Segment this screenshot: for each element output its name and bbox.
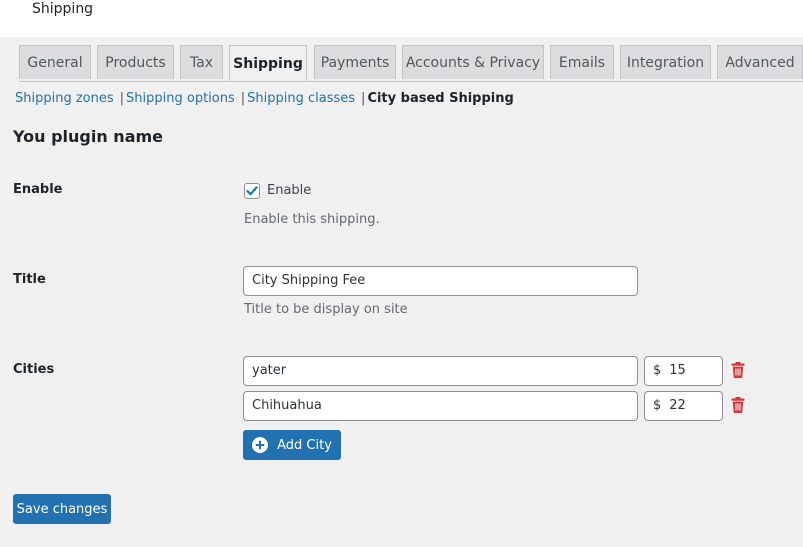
cities-label: Cities <box>13 362 55 377</box>
shipping-subnav: Shipping zones | Shipping options | Shipping… <box>15 91 514 106</box>
city-price-input[interactable]: $22 <box>644 391 723 421</box>
trash-icon[interactable] <box>731 397 745 413</box>
title-input[interactable]: City Shipping Fee <box>243 266 638 296</box>
tab-payments[interactable]: Payments <box>314 45 396 79</box>
tab-products[interactable]: Products <box>97 45 174 79</box>
city-name-input[interactable]: yater <box>243 356 638 386</box>
title-label: Title <box>13 272 46 287</box>
city-price-value: 15 <box>669 363 686 378</box>
tab-tax[interactable]: Tax <box>180 45 223 79</box>
save-changes-button[interactable]: Save changes <box>13 494 111 524</box>
check-icon <box>246 186 258 196</box>
currency-symbol: $ <box>653 398 662 413</box>
city-name-input[interactable]: Chihuahua <box>243 391 638 421</box>
enable-label: Enable <box>13 182 63 197</box>
tab-integration[interactable]: Integration <box>620 45 711 79</box>
tab-accounts-privacy[interactable]: Accounts & Privacy <box>402 45 544 79</box>
subnav-separator: | <box>240 91 246 106</box>
add-city-button[interactable]: Add City <box>243 430 341 460</box>
tab-general[interactable]: General <box>19 45 91 79</box>
trash-icon[interactable] <box>731 362 745 378</box>
section-title: You plugin name <box>13 127 164 146</box>
add-city-label: Add City <box>277 437 332 453</box>
top-bar: Shipping <box>0 0 803 37</box>
tab-advanced[interactable]: Advanced <box>717 45 803 79</box>
title-description: Title to be display on site <box>244 302 408 317</box>
page-title: Shipping <box>32 1 94 17</box>
city-price-value: 22 <box>669 398 686 413</box>
subnav-shipping-classes[interactable]: Shipping classes <box>247 91 355 106</box>
subnav-separator: | <box>361 91 366 106</box>
enable-checkbox[interactable] <box>244 183 260 199</box>
enable-description: Enable this shipping. <box>244 212 380 227</box>
enable-checkbox-label[interactable]: Enable <box>267 183 311 198</box>
subnav-city-based-shipping: City based Shipping <box>367 91 514 106</box>
tab-emails[interactable]: Emails <box>550 45 614 79</box>
subnav-shipping-zones[interactable]: Shipping zones <box>15 91 114 106</box>
tab-shipping[interactable]: Shipping <box>229 45 307 81</box>
currency-symbol: $ <box>653 363 662 378</box>
subnav-separator: | <box>119 91 125 106</box>
subnav-shipping-options[interactable]: Shipping options <box>126 91 235 106</box>
city-price-input[interactable]: $15 <box>644 356 723 386</box>
settings-tabs: General Products Tax Shipping Payments A… <box>19 45 803 82</box>
plus-circle-icon <box>252 437 269 453</box>
